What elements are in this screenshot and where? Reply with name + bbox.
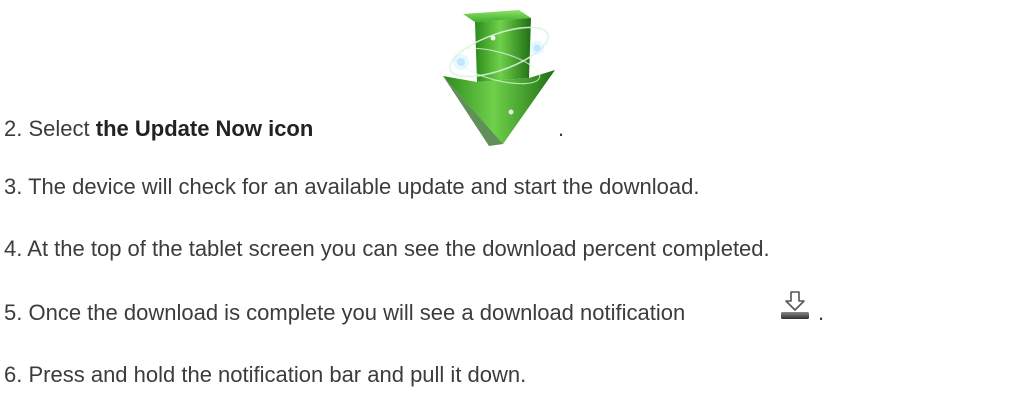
step-2-period: .: [558, 116, 565, 141]
step-5: 5. Once the download is complete you wil…: [4, 300, 685, 326]
step-number: 4.: [4, 236, 23, 261]
step-3: 3. The device will check for an availabl…: [4, 174, 700, 200]
step-number: 6.: [4, 362, 23, 387]
update-now-icon: [433, 4, 561, 152]
step-text: The device will check for an available u…: [28, 174, 700, 199]
download-notification-icon: [780, 290, 810, 320]
step-text: Press and hold the notification bar and …: [28, 362, 527, 387]
step-number: 3.: [4, 174, 23, 199]
step-text: At the top of the tablet screen you can …: [27, 236, 770, 261]
step-5-period: .: [818, 300, 825, 325]
step-6: 6. Press and hold the notification bar a…: [4, 362, 526, 388]
step-text: Once the download is complete you will s…: [28, 300, 686, 325]
step-number: 5.: [4, 300, 23, 325]
step-4: 4. At the top of the tablet screen you c…: [4, 236, 770, 262]
step-text: Select: [28, 116, 96, 141]
step-number: 2.: [4, 116, 23, 141]
step-2: 2. Select the Update Now icon: [4, 116, 313, 142]
step-bold-text: the Update Now icon: [95, 116, 314, 141]
